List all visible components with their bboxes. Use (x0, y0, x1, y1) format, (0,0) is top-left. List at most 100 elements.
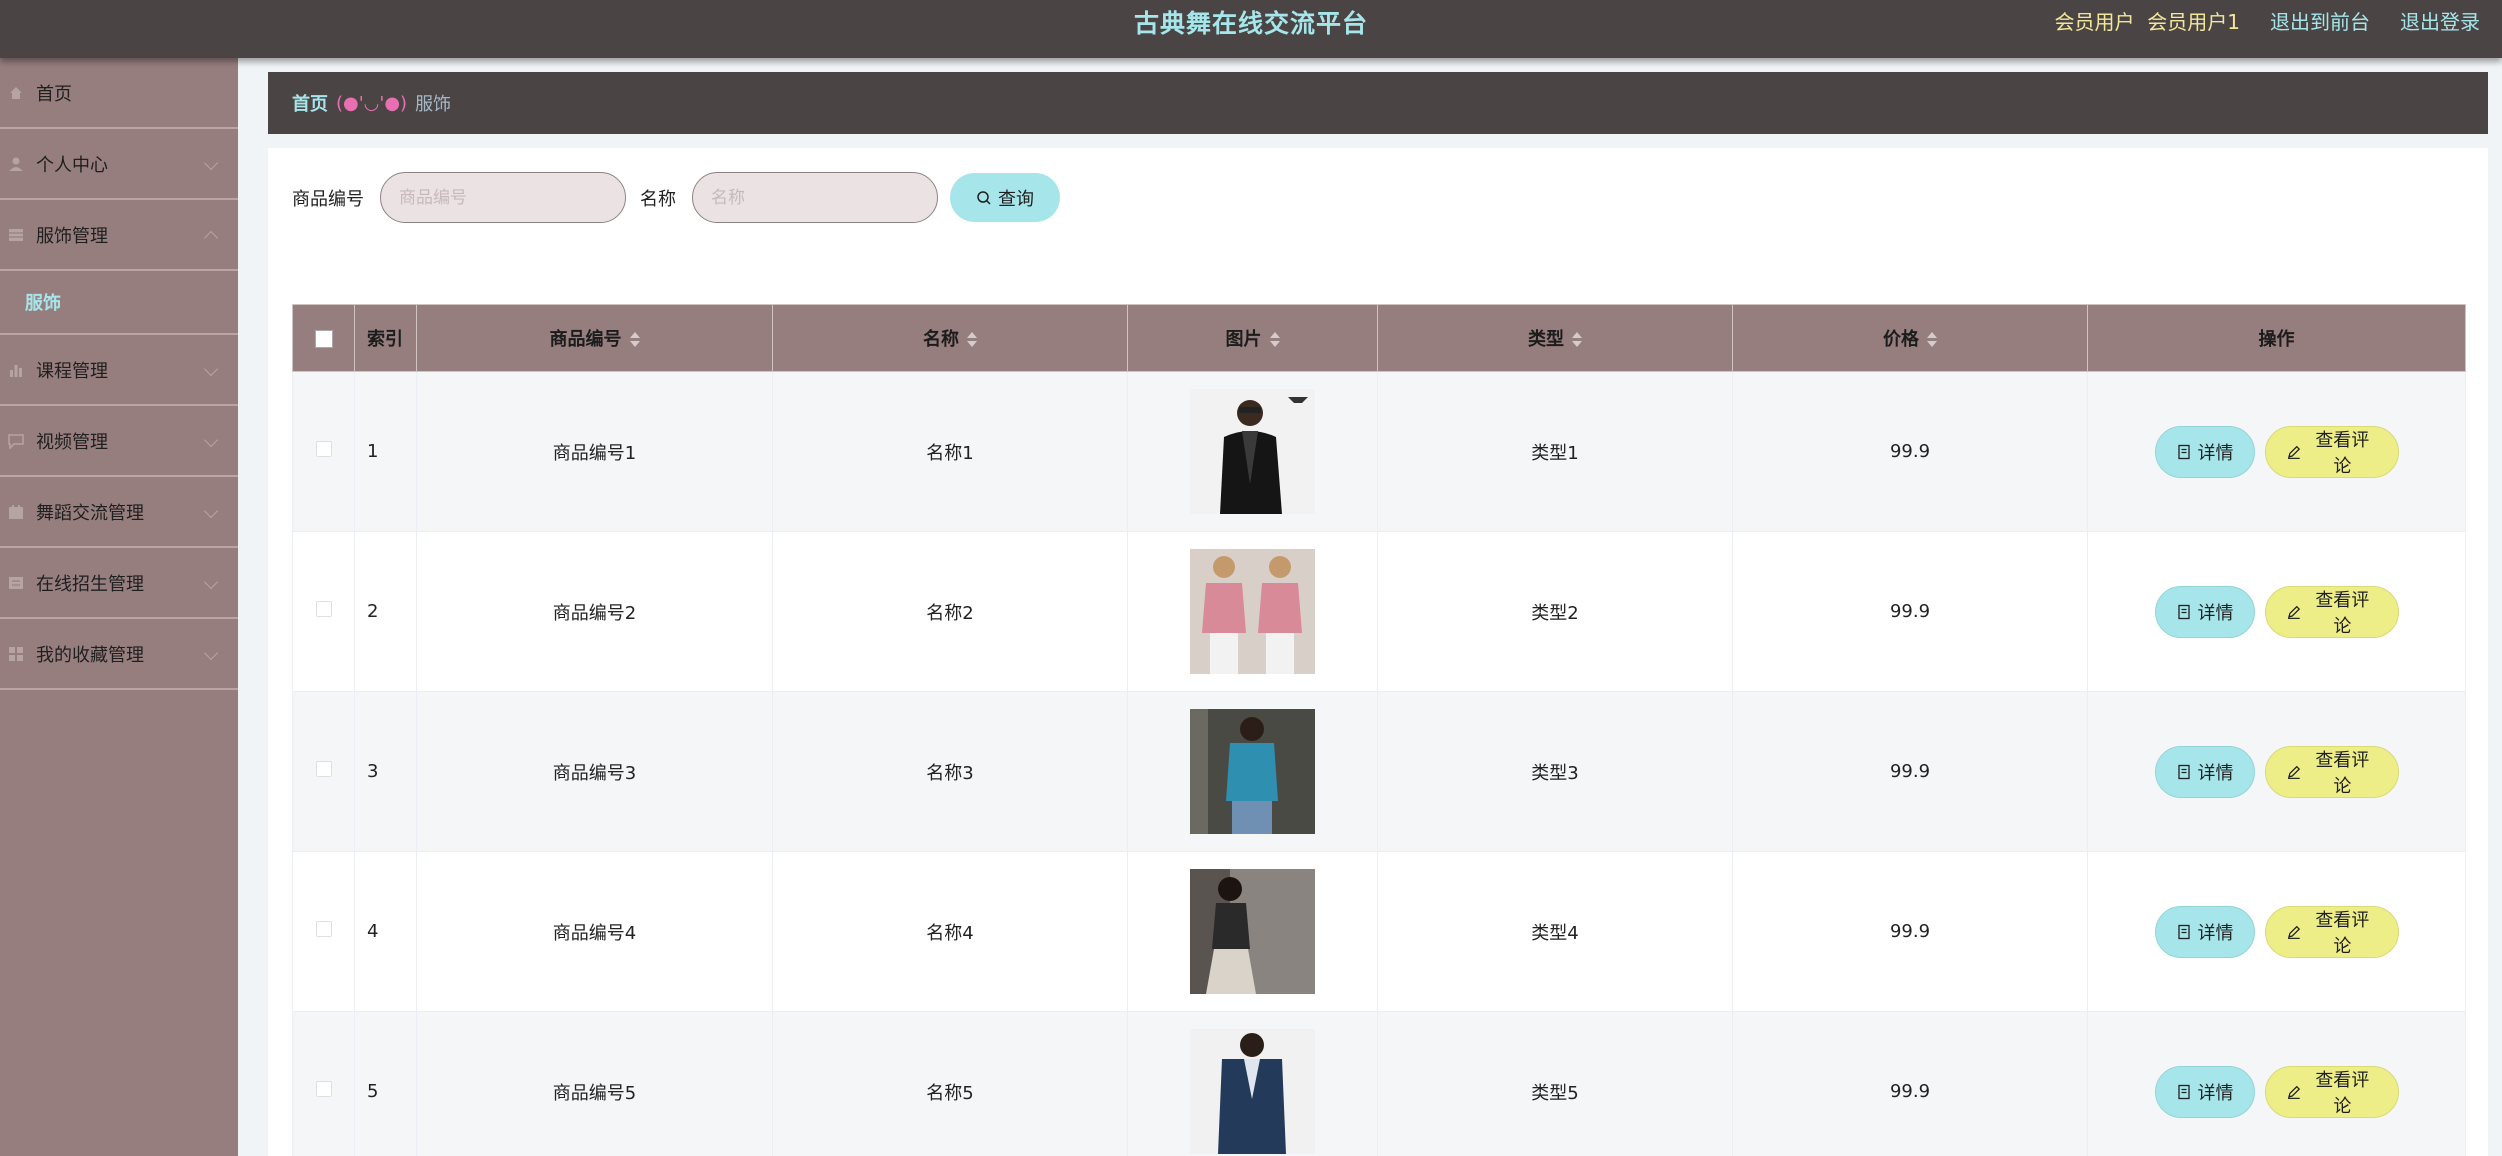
query-button[interactable]: 查询 (950, 173, 1060, 222)
sort-icon[interactable] (1572, 332, 1582, 348)
sidebar-item-profile[interactable]: 个人中心 (0, 129, 238, 200)
col-price-label: 价格 (1883, 329, 1919, 350)
sidebar-item-label: 课程管理 (36, 360, 108, 382)
select-all-checkbox[interactable] (314, 329, 333, 348)
name-search-input[interactable] (692, 172, 938, 223)
sort-icon[interactable] (1269, 332, 1280, 348)
edit-icon (2287, 605, 2300, 619)
breadcrumb-current: 服饰 (415, 94, 452, 115)
product-image[interactable] (1190, 1029, 1315, 1154)
sidebar-item-enrollment-mgmt[interactable]: 在线招生管理 (0, 548, 238, 619)
col-type[interactable]: 类型 (1377, 304, 1733, 372)
row-code: 商品编号1 (416, 371, 773, 532)
row-checkbox[interactable] (315, 761, 332, 777)
col-name[interactable]: 名称 (772, 304, 1128, 372)
view-comments-button-label: 查看评论 (2315, 909, 2370, 957)
user-name: 会员用户1 (2147, 10, 2240, 34)
row-checkbox[interactable] (315, 441, 332, 457)
row-checkbox[interactable] (315, 601, 332, 617)
user-icon (8, 156, 24, 172)
sidebar-item-video-mgmt[interactable]: 视频管理 (0, 406, 238, 477)
list-icon (8, 575, 24, 591)
row-name: 名称2 (772, 531, 1128, 692)
edit-icon (2287, 1085, 2300, 1099)
sort-icon[interactable] (1927, 332, 1937, 348)
breadcrumb: 首页 (●'◡'●) 服饰 (268, 72, 2488, 134)
clothing-table: 索引 商品编号 名称 图片 类型 价格 操作 1 商品编号1 名称1 类型1 9… (292, 304, 2466, 1156)
detail-button-label: 详情 (2197, 922, 2234, 944)
document-icon (2177, 764, 2190, 779)
row-price: 99.9 (1732, 851, 2088, 1012)
search-bar: 商品编号 名称 查询 (292, 172, 1060, 223)
main-content: 首页 (●'◡'●) 服饰 商品编号 名称 查询 索引 商品编号 (238, 58, 2502, 1156)
row-image-cell (1127, 691, 1378, 852)
row-actions: 详情 查看评论 (2087, 371, 2466, 532)
sidebar-item-clothing-mgmt[interactable]: 服饰管理 (0, 200, 238, 271)
product-image[interactable] (1190, 549, 1315, 674)
row-actions: 详情 查看评论 (2087, 531, 2466, 692)
view-comments-button[interactable]: 查看评论 (2264, 1065, 2399, 1118)
product-image[interactable] (1190, 709, 1315, 834)
code-search-input[interactable] (380, 172, 626, 223)
exit-to-front-link[interactable]: 退出到前台 (2270, 6, 2370, 35)
detail-button[interactable]: 详情 (2154, 425, 2255, 478)
logout-link[interactable]: 退出登录 (2400, 6, 2480, 35)
breadcrumb-separator: (●'◡'●) (336, 92, 408, 114)
sort-icon[interactable] (629, 332, 640, 348)
col-image[interactable]: 图片 (1127, 304, 1378, 372)
select-all-cell (292, 304, 355, 372)
sort-icon[interactable] (967, 332, 977, 348)
chevron-up-icon (203, 230, 219, 246)
row-code: 商品编号2 (416, 531, 773, 692)
sidebar-subitem-clothing[interactable]: 服饰 (0, 271, 238, 335)
top-bar: 古典舞在线交流平台 会员用户 会员用户1 退出到前台 退出登录 (0, 0, 2502, 58)
sidebar-item-home[interactable]: 首页 (0, 58, 238, 129)
col-index: 索引 (354, 304, 417, 372)
edit-icon (2287, 765, 2300, 779)
col-code[interactable]: 商品编号 (416, 304, 773, 372)
detail-button[interactable]: 详情 (2154, 745, 2255, 798)
sidebar-item-dance-exchange-mgmt[interactable]: 舞蹈交流管理 (0, 477, 238, 548)
chart-icon (8, 362, 24, 378)
row-image-cell (1127, 851, 1378, 1012)
row-index: 5 (354, 1011, 417, 1156)
product-image[interactable] (1190, 869, 1315, 994)
col-actions: 操作 (2087, 304, 2466, 372)
product-image[interactable] (1190, 389, 1315, 514)
table-row: 1 商品编号1 名称1 类型1 99.9 详情 查看评论 (292, 371, 2466, 532)
document-icon (2177, 444, 2190, 459)
sidebar-item-label: 视频管理 (36, 431, 108, 453)
view-comments-button[interactable]: 查看评论 (2264, 425, 2399, 478)
row-select-cell (292, 371, 355, 532)
user-role-label: 会员用户 (2054, 10, 2135, 34)
row-checkbox[interactable] (315, 1081, 332, 1097)
chevron-down-icon (203, 361, 219, 377)
message-icon (8, 433, 24, 449)
sidebar-item-label: 服饰管理 (36, 225, 108, 247)
edit-icon (2287, 445, 2300, 459)
detail-button[interactable]: 详情 (2154, 1065, 2255, 1118)
col-price[interactable]: 价格 (1732, 304, 2088, 372)
sidebar-subitem-label: 服饰 (25, 293, 61, 314)
view-comments-button[interactable]: 查看评论 (2264, 745, 2399, 798)
row-checkbox[interactable] (315, 921, 332, 937)
row-select-cell (292, 1011, 355, 1156)
row-type: 类型1 (1377, 371, 1733, 532)
row-name: 名称1 (772, 371, 1128, 532)
row-price: 99.9 (1732, 371, 2088, 532)
detail-button-label: 详情 (2197, 1082, 2234, 1104)
sidebar-item-course-mgmt[interactable]: 课程管理 (0, 335, 238, 406)
view-comments-button[interactable]: 查看评论 (2264, 585, 2399, 638)
row-price: 99.9 (1732, 531, 2088, 692)
edit-icon (2287, 925, 2300, 939)
breadcrumb-home[interactable]: 首页 (292, 90, 328, 116)
user-role: 会员用户 会员用户1 (2055, 6, 2240, 35)
view-comments-button[interactable]: 查看评论 (2264, 905, 2399, 958)
chevron-down-icon (203, 645, 219, 661)
query-button-label: 查询 (998, 188, 1034, 210)
chevron-down-icon (203, 432, 219, 448)
detail-button[interactable]: 详情 (2154, 585, 2255, 638)
sidebar-item-favorites-mgmt[interactable]: 我的收藏管理 (0, 619, 238, 690)
detail-button[interactable]: 详情 (2154, 905, 2255, 958)
row-select-cell (292, 851, 355, 1012)
